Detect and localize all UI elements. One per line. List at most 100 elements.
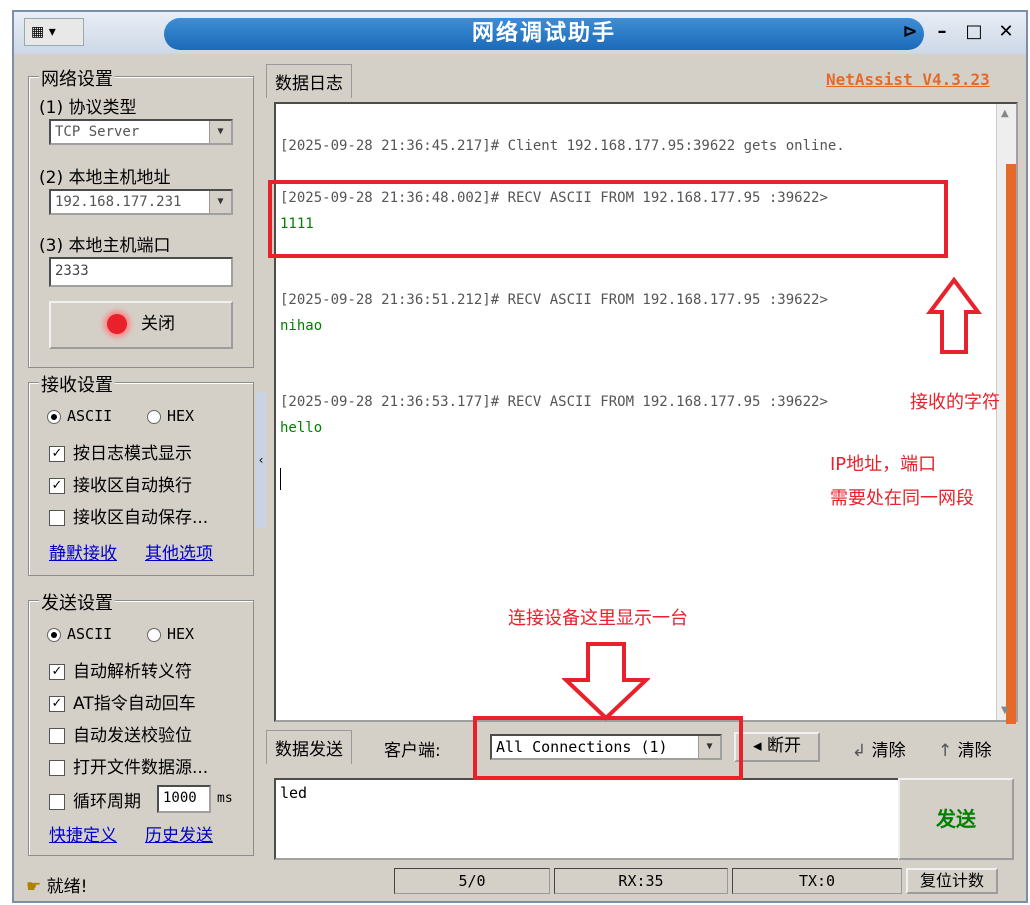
loop-label: 循环周期 bbox=[73, 792, 141, 812]
clear-label: 清除 bbox=[957, 741, 992, 761]
loop-unit-label: ms bbox=[217, 791, 233, 806]
checkbox-checked-icon: ✓ bbox=[49, 696, 65, 712]
send-option-label: 打开文件数据源... bbox=[73, 758, 209, 778]
receive-settings-panel: 接收设置 ASCII HEX ✓ 按日志模式显示 ✓ 接收区自动换行 接收区自动保存… bbox=[28, 371, 254, 576]
chevron-down-icon[interactable]: ▼ bbox=[209, 121, 231, 143]
recv-hex-radio[interactable]: HEX bbox=[147, 407, 194, 425]
protocol-value: TCP Server bbox=[55, 124, 140, 140]
send-option-loop[interactable]: 循环周期 bbox=[49, 787, 141, 812]
host-value: 192.168.177.231 bbox=[55, 194, 182, 210]
status-counter: 5/0 bbox=[394, 868, 550, 894]
clear-down-icon: ↲ bbox=[852, 741, 867, 761]
pin-icon[interactable]: ⊳ bbox=[896, 18, 924, 46]
host-select[interactable]: 192.168.177.231 ▼ bbox=[49, 189, 233, 215]
disconnect-button[interactable]: ◂ 断开 bbox=[734, 732, 820, 762]
version-link[interactable]: NetAssist V4.3.23 bbox=[826, 70, 990, 89]
recv-option-log-mode[interactable]: ✓ 按日志模式显示 bbox=[49, 439, 192, 464]
shortcut-define-link[interactable]: 快捷定义 bbox=[49, 821, 117, 846]
log-entry-data: nihao bbox=[280, 318, 323, 334]
clear-receive-button[interactable]: ↲ 清除 bbox=[852, 736, 906, 761]
arrow-left-icon: ◂ bbox=[753, 736, 762, 756]
recv-option-label: 按日志模式显示 bbox=[73, 444, 192, 464]
radio-unselected-icon bbox=[147, 627, 161, 642]
tab-data-log[interactable]: 数据日志 bbox=[266, 64, 352, 98]
network-settings-title: 网络设置 bbox=[39, 65, 115, 91]
checkbox-unchecked-icon bbox=[49, 510, 65, 526]
scroll-thumb[interactable] bbox=[1006, 164, 1016, 724]
recv-ascii-radio[interactable]: ASCII bbox=[47, 407, 112, 425]
send-option-file-source[interactable]: 打开文件数据源... bbox=[49, 753, 208, 778]
other-options-link[interactable]: 其他选项 bbox=[145, 539, 213, 564]
chevron-left-icon: ‹ bbox=[258, 453, 264, 467]
send-option-label: 自动发送校验位 bbox=[73, 726, 192, 746]
chevron-down-icon: ▾ bbox=[48, 24, 56, 40]
checkbox-checked-icon: ✓ bbox=[49, 664, 65, 680]
annotation-ip-note-2: 需要处在同一网段 bbox=[830, 488, 974, 509]
log-entry-data: hello bbox=[280, 420, 323, 436]
window-title: 网络调试助手 bbox=[164, 18, 924, 50]
protocol-select[interactable]: TCP Server ▼ bbox=[49, 119, 233, 145]
log-entry-header: [2025-09-28 21:36:53.177]# RECV ASCII FR… bbox=[280, 394, 828, 410]
chevron-down-icon[interactable]: ▼ bbox=[209, 191, 231, 213]
system-menu-button[interactable]: ▦ ▾ bbox=[24, 18, 84, 46]
send-button[interactable]: 发送 bbox=[898, 778, 1014, 860]
clear-up-icon: ↑ bbox=[938, 741, 953, 761]
status-light-icon bbox=[107, 314, 127, 334]
maximize-button[interactable]: □ bbox=[960, 18, 988, 46]
close-button[interactable]: ✕ bbox=[992, 18, 1020, 46]
send-hex-label: HEX bbox=[167, 625, 195, 643]
app-icon: ▦ bbox=[31, 24, 45, 40]
status-bar: ☛ 就绪! 5/0 RX:35 TX:0 复位计数 bbox=[14, 866, 1026, 897]
send-ascii-label: ASCII bbox=[67, 625, 113, 643]
reset-count-button[interactable]: 复位计数 bbox=[906, 868, 998, 894]
loop-period-input[interactable]: 1000 bbox=[157, 785, 211, 813]
log-entry-header: [2025-09-28 21:36:51.212]# RECV ASCII FR… bbox=[280, 292, 828, 308]
status-ready-text: 就绪! bbox=[46, 877, 88, 897]
recv-option-auto-save[interactable]: 接收区自动保存... bbox=[49, 503, 208, 528]
send-ascii-radio[interactable]: ASCII bbox=[47, 625, 112, 643]
send-option-at-cr[interactable]: ✓ AT指令自动回车 bbox=[49, 689, 196, 714]
send-settings-title: 发送设置 bbox=[39, 589, 115, 615]
annotation-arrow-up-icon bbox=[926, 276, 982, 354]
history-send-link[interactable]: 历史发送 bbox=[145, 821, 213, 846]
checkbox-unchecked-icon bbox=[49, 728, 65, 744]
receive-settings-title: 接收设置 bbox=[39, 371, 115, 397]
recv-option-auto-wrap[interactable]: ✓ 接收区自动换行 bbox=[49, 471, 192, 496]
recv-ascii-label: ASCII bbox=[67, 407, 113, 425]
radio-selected-icon bbox=[47, 409, 61, 424]
send-option-checksum[interactable]: 自动发送校验位 bbox=[49, 721, 192, 746]
minimize-button[interactable]: – bbox=[928, 18, 956, 46]
send-option-label: AT指令自动回车 bbox=[73, 694, 196, 714]
send-hex-radio[interactable]: HEX bbox=[147, 625, 194, 643]
tab-data-send[interactable]: 数据发送 bbox=[266, 730, 352, 764]
send-input[interactable]: led bbox=[274, 778, 902, 860]
recv-option-label: 接收区自动换行 bbox=[73, 476, 192, 496]
scroll-down-icon[interactable]: ▼ bbox=[1001, 705, 1009, 716]
send-option-escape[interactable]: ✓ 自动解析转义符 bbox=[49, 657, 192, 682]
scroll-up-icon[interactable]: ▲ bbox=[1001, 108, 1009, 119]
clear-label: 清除 bbox=[871, 741, 906, 761]
port-input[interactable]: 2333 bbox=[49, 257, 233, 287]
hand-icon: ☛ bbox=[26, 877, 42, 897]
status-ready: ☛ 就绪! bbox=[26, 872, 87, 897]
network-settings-panel: 网络设置 (1) 协议类型 TCP Server ▼ (2) 本地主机地址 19… bbox=[28, 65, 254, 368]
panel-collapse-handle[interactable]: ‹ bbox=[256, 392, 266, 528]
annotation-received-chars: 接收的字符 bbox=[910, 392, 1000, 413]
radio-unselected-icon bbox=[147, 409, 161, 424]
annotation-box-received bbox=[268, 180, 948, 258]
checkbox-checked-icon: ✓ bbox=[49, 478, 65, 494]
client-label: 客户端: bbox=[384, 741, 441, 761]
annotation-arrow-down-icon bbox=[562, 642, 650, 721]
silent-receive-link[interactable]: 静默接收 bbox=[49, 539, 117, 564]
disconnect-label: 断开 bbox=[766, 736, 801, 756]
host-label: (2) 本地主机地址 bbox=[39, 168, 171, 188]
clear-send-button[interactable]: ↑ 清除 bbox=[938, 736, 992, 761]
send-settings-panel: 发送设置 ASCII HEX ✓ 自动解析转义符 ✓ AT指令自动回车 自动发送校验… bbox=[28, 589, 254, 856]
text-cursor bbox=[280, 468, 281, 490]
checkbox-unchecked-icon bbox=[49, 760, 65, 776]
annotation-connection-note: 连接设备这里显示一台 bbox=[508, 608, 688, 629]
close-connection-button[interactable]: 关闭 bbox=[49, 301, 233, 349]
log-entry-header: [2025-09-28 21:36:45.217]# Client 192.16… bbox=[280, 138, 845, 154]
recv-option-label: 接收区自动保存... bbox=[73, 508, 209, 528]
close-connection-label: 关闭 bbox=[141, 314, 175, 334]
